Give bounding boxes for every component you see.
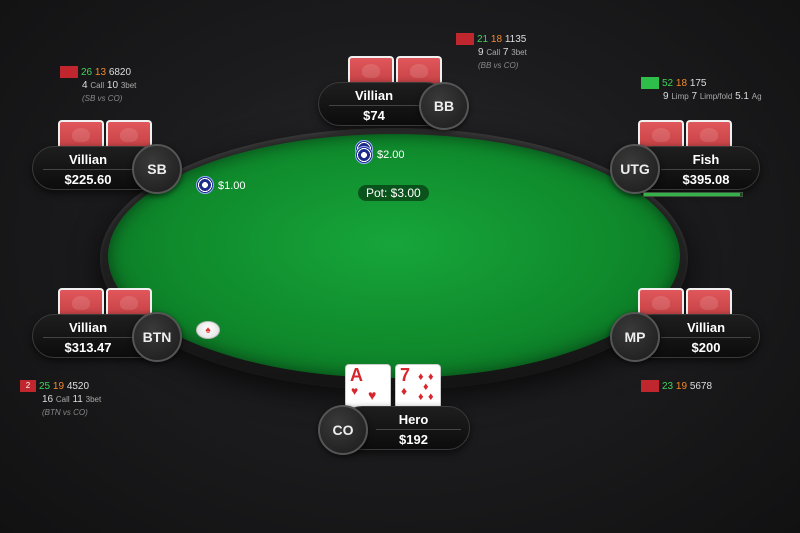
hud-row-2: 4 Call 10 3bet bbox=[60, 79, 136, 92]
mp-stack: $200 bbox=[691, 340, 721, 355]
divider bbox=[376, 429, 461, 430]
hud-hands: 175 bbox=[689, 78, 707, 89]
sb-bet-chip-icon bbox=[196, 176, 214, 194]
hud-vpip: 23 bbox=[662, 381, 674, 392]
hud-stat: 16 bbox=[42, 394, 54, 405]
hero-card-2: 7 ♦ ♦ ♦ ♦ ♦ ♦ bbox=[395, 364, 441, 408]
hud-pfr: 13 bbox=[94, 67, 107, 78]
sb-bet-amount: $1.00 bbox=[218, 180, 246, 192]
bb-stack: $74 bbox=[363, 108, 385, 123]
hud-stat-label: Call bbox=[55, 395, 70, 404]
bb-bet-chip-icon bbox=[355, 146, 373, 164]
bb-bet-amount: $2.00 bbox=[377, 149, 405, 161]
dealer-button-icon: ♠ bbox=[196, 321, 220, 339]
utg-stack: $395.08 bbox=[682, 172, 730, 187]
mp-position-badge: MP bbox=[610, 312, 660, 362]
hud-color-square: 2 bbox=[20, 380, 36, 393]
hud-stat-label: Call bbox=[90, 81, 105, 90]
hud-stat: 4 bbox=[82, 80, 88, 91]
hud-row-2: 16 Call 11 3bet bbox=[20, 393, 101, 406]
hud-stat: 7 bbox=[691, 91, 698, 102]
divider bbox=[43, 337, 138, 338]
hud-stat-label: Call bbox=[486, 48, 501, 57]
card-rank: A bbox=[350, 365, 363, 385]
hud-stat-label: 3bet bbox=[120, 81, 137, 90]
btn-stack: $313.47 bbox=[64, 340, 112, 355]
hud-stat-label: Ag bbox=[751, 92, 762, 101]
hud-color-square bbox=[641, 380, 659, 393]
divider bbox=[329, 105, 424, 106]
mp-hud[interactable]: 23 19 5678 bbox=[641, 380, 712, 393]
hud-stat-label: Limp/fold bbox=[699, 92, 733, 101]
hero-stack: $192 bbox=[399, 432, 428, 447]
hud-stat: 11 bbox=[72, 394, 83, 405]
bb-position-badge: BB bbox=[419, 82, 469, 130]
poker-table-felt bbox=[108, 134, 680, 378]
hud-row-1: 26 13 6820 bbox=[60, 66, 136, 79]
hud-row-2: 9 Call 7 3bet bbox=[456, 46, 527, 59]
utg-action-timer bbox=[643, 192, 743, 197]
hud-stat-label: 3bet bbox=[85, 395, 102, 404]
pot-total: Pot: $3.00 bbox=[358, 185, 429, 201]
hud-color-square bbox=[456, 33, 474, 46]
card-suit: ♥ bbox=[351, 384, 359, 398]
hud-pfr: 18 bbox=[490, 34, 503, 45]
bb-player-name: Villian bbox=[354, 88, 394, 103]
card-pip: ♦ bbox=[418, 391, 424, 403]
hud-stat-label: Limp bbox=[671, 92, 689, 101]
card-suit: ♦ bbox=[401, 384, 408, 398]
hud-vpip: 52 bbox=[662, 78, 674, 89]
hud-color-square bbox=[641, 77, 659, 90]
hud-context: (BB vs CO) bbox=[478, 61, 519, 70]
hud-vpip: 21 bbox=[477, 34, 489, 45]
hud-stat-label: 3bet bbox=[511, 48, 527, 57]
hud-pfr: 19 bbox=[675, 381, 688, 392]
utg-player-name: Fish bbox=[692, 152, 720, 167]
hud-context: (SB vs CO) bbox=[82, 94, 123, 103]
hud-pfr: 19 bbox=[52, 381, 65, 392]
hud-row-1: 23 19 5678 bbox=[641, 380, 712, 393]
divider bbox=[661, 169, 751, 170]
card-pip: ♦ bbox=[428, 391, 434, 403]
hud-hands: 4520 bbox=[66, 381, 90, 392]
hud-row-1: 52 18 175 bbox=[641, 77, 762, 90]
card-rank: 7 bbox=[400, 365, 411, 385]
hud-row-2: 9 Limp 7 Limp/fold 5.1 Ag bbox=[641, 90, 762, 103]
hud-stat: 9 bbox=[663, 91, 669, 102]
hud-row-1: 21 18 1135 bbox=[456, 33, 527, 46]
btn-hud[interactable]: 2 25 19 4520 16 Call 11 3bet (BTN vs CO) bbox=[20, 380, 101, 419]
hud-pfr: 18 bbox=[675, 78, 688, 89]
hud-stat: 10 bbox=[106, 80, 119, 91]
hud-hands: 5678 bbox=[689, 381, 713, 392]
hud-hands: 6820 bbox=[108, 67, 132, 78]
hud-row-1: 2 25 19 4520 bbox=[20, 380, 101, 393]
hud-stat: 9 bbox=[478, 47, 484, 58]
card-pip: ♥ bbox=[368, 387, 377, 403]
bb-hud[interactable]: 21 18 1135 9 Call 7 3bet (BB vs CO) bbox=[456, 33, 527, 72]
hero-player-name: Hero bbox=[398, 412, 429, 427]
sb-stack: $225.60 bbox=[64, 172, 112, 187]
mp-player-name: Villian bbox=[686, 320, 726, 335]
hud-context: (BTN vs CO) bbox=[42, 408, 88, 417]
hud-hands: 1135 bbox=[504, 34, 527, 45]
sb-hud[interactable]: 26 13 6820 4 Call 10 3bet (SB vs CO) bbox=[60, 66, 136, 105]
sb-position-badge: SB bbox=[132, 144, 182, 194]
divider bbox=[43, 169, 138, 170]
utg-hud[interactable]: 52 18 175 9 Limp 7 Limp/fold 5.1 Ag bbox=[641, 77, 762, 103]
divider bbox=[661, 337, 751, 338]
hud-color-square bbox=[60, 66, 78, 79]
btn-position-badge: BTN bbox=[132, 312, 182, 362]
sb-player-name: Villian bbox=[68, 152, 108, 167]
co-position-badge: CO bbox=[318, 405, 368, 455]
btn-player-name: Villian bbox=[68, 320, 108, 335]
hero-card-1: A ♥ ♥ bbox=[345, 364, 391, 408]
timer-fill bbox=[644, 193, 741, 196]
hud-stat: 5.1 bbox=[735, 91, 749, 102]
hud-stat: 7 bbox=[502, 47, 509, 58]
hud-vpip: 25 bbox=[39, 381, 51, 392]
hud-vpip: 26 bbox=[81, 67, 93, 78]
utg-position-badge: UTG bbox=[610, 144, 660, 194]
